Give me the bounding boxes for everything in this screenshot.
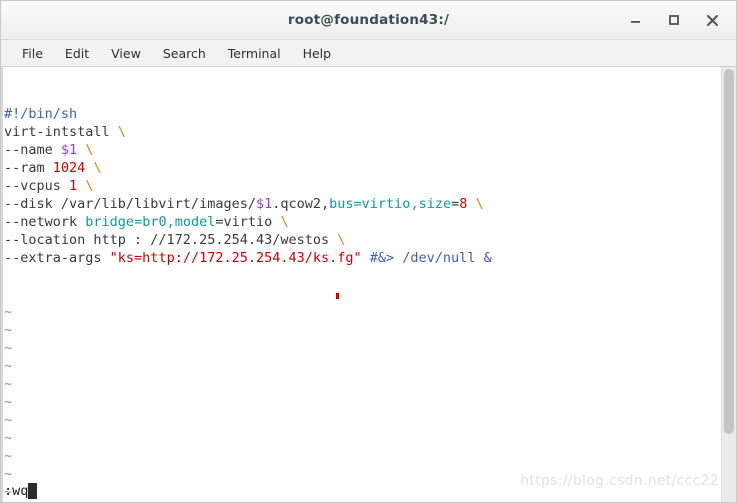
- vim-filler-line: ~: [4, 393, 721, 411]
- code-token: \: [475, 196, 484, 212]
- code-token: --extra-args: [4, 250, 110, 266]
- menu-item-view[interactable]: View: [100, 43, 152, 64]
- code-token: --vcpus: [4, 178, 70, 194]
- vim-filler-lines: ~~~~~~~~~~~~~~: [4, 303, 721, 502]
- menu-item-help[interactable]: Help: [292, 43, 343, 64]
- vim-filler-line: ~: [4, 321, 721, 339]
- code-token: \: [117, 124, 126, 140]
- code-token: bus: [329, 196, 354, 212]
- code-token: --disk /var/lib/libvirt/images/: [4, 196, 256, 212]
- code-token: \: [93, 160, 102, 176]
- code-token: "ks=http://172.25.254.43/ks.fg": [109, 250, 362, 266]
- code-line: --disk /var/lib/libvirt/images/$1.qcow2,…: [4, 195, 721, 213]
- code-token: 1: [69, 178, 78, 194]
- tilde-glyph: ~: [4, 448, 13, 464]
- code-token: virtio: [223, 214, 273, 230]
- code-token: virt-intstall: [4, 124, 118, 140]
- code-line: --location http : //172.25.254.43/westos…: [4, 231, 721, 249]
- tilde-glyph: ~: [4, 466, 13, 482]
- vim-filler-line: ~: [4, 375, 721, 393]
- vim-filler-line: ~: [4, 465, 721, 483]
- maximize-icon[interactable]: [666, 12, 682, 28]
- minimize-icon[interactable]: [628, 12, 644, 28]
- code-token: ,: [410, 196, 419, 212]
- tilde-glyph: ~: [4, 430, 13, 446]
- vim-filler-line: ~: [4, 501, 721, 502]
- tilde-glyph: ~: [4, 358, 13, 374]
- vim-text-lines: #!/bin/sh virt-intstall \ --name $1 \ --ram…: [4, 105, 721, 267]
- tilde-glyph: ~: [4, 322, 13, 338]
- vim-filler-line: ~: [4, 411, 721, 429]
- tilde-glyph: ~: [4, 376, 13, 392]
- code-token: --ram: [4, 160, 53, 176]
- code-token: \: [337, 232, 346, 248]
- vertical-scrollbar[interactable]: [721, 67, 736, 502]
- code-token: #&> /dev/null &: [369, 250, 492, 266]
- code-token: --network: [4, 214, 86, 230]
- tilde-glyph: ~: [4, 412, 13, 428]
- code-token: virtio: [361, 196, 411, 212]
- code-token: --location http : //172.25.254.43/westos: [4, 232, 338, 248]
- vim-filler-line: ~: [4, 447, 721, 465]
- window-title: root@foundation43:/: [287, 12, 450, 28]
- close-icon[interactable]: [704, 12, 720, 28]
- code-token: 1024: [52, 160, 86, 176]
- code-token: \: [85, 142, 94, 158]
- vim-command-text: :wq: [4, 483, 29, 499]
- vim-screen[interactable]: #!/bin/sh virt-intstall \ --name $1 \ --ram…: [3, 67, 721, 502]
- menu-item-edit[interactable]: Edit: [54, 43, 100, 64]
- tilde-glyph: ~: [4, 340, 13, 356]
- code-token: model: [174, 214, 216, 230]
- code-token: --name: [4, 142, 61, 158]
- scrollbar-thumb[interactable]: [724, 69, 734, 434]
- terminal-area[interactable]: #!/bin/sh virt-intstall \ --name $1 \ --ram…: [1, 67, 736, 502]
- code-token: size: [418, 196, 452, 212]
- block-cursor: [28, 483, 38, 499]
- terminal-window: root@foundation43:/ File Edit View Searc…: [0, 0, 737, 503]
- menu-item-terminal[interactable]: Terminal: [217, 43, 292, 64]
- code-line: --vcpus 1 \: [4, 177, 721, 195]
- code-token: .qcow2,: [272, 196, 330, 212]
- tilde-glyph: ~: [4, 394, 13, 410]
- code-line: --extra-args "ks=http://172.25.254.43/ks…: [4, 249, 721, 267]
- code-line: #!/bin/sh: [4, 105, 721, 123]
- code-token: \: [280, 214, 289, 230]
- menu-bar: File Edit View Search Terminal Help: [1, 40, 736, 67]
- code-token: #!/bin/sh: [4, 106, 78, 122]
- vim-filler-line: ~: [4, 429, 721, 447]
- code-token: ,: [166, 214, 175, 230]
- vim-filler-line: ~: [4, 339, 721, 357]
- code-line: --network bridge=br0,model=virtio \: [4, 213, 721, 231]
- code-token: =: [353, 196, 362, 212]
- cursor-artifact-mark: [336, 293, 339, 299]
- code-line: --name $1 \: [4, 141, 721, 159]
- code-token: =: [215, 214, 224, 230]
- code-token: bridge: [85, 214, 135, 230]
- vim-filler-line: ~: [4, 303, 721, 321]
- code-token: =: [134, 214, 143, 230]
- code-token: \: [85, 178, 94, 194]
- tilde-glyph: ~: [4, 304, 13, 320]
- menu-item-search[interactable]: Search: [152, 43, 217, 64]
- title-bar[interactable]: root@foundation43:/: [1, 1, 736, 40]
- code-token: $1: [255, 196, 273, 212]
- vim-filler-line: ~: [4, 357, 721, 375]
- menu-item-file[interactable]: File: [11, 43, 54, 64]
- vim-status-line: :wq: [4, 482, 38, 500]
- code-token: $1: [60, 142, 78, 158]
- code-line: virt-intstall \: [4, 123, 721, 141]
- code-line: --ram 1024 \: [4, 159, 721, 177]
- code-token: br0: [142, 214, 167, 230]
- vim-filler-line: ~: [4, 483, 721, 501]
- window-controls: [628, 1, 728, 39]
